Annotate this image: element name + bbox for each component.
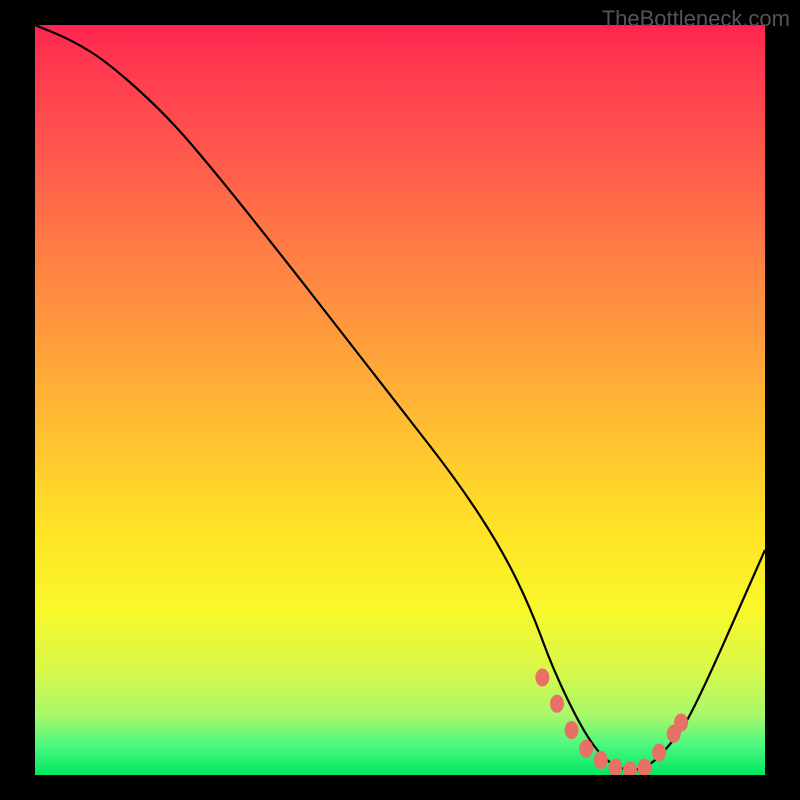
watermark-text: TheBottleneck.com <box>602 6 790 32</box>
highlight-dot <box>608 759 622 776</box>
highlight-dot <box>638 759 652 776</box>
chart-plot-area <box>35 25 765 775</box>
highlight-dot <box>550 695 564 713</box>
highlight-dot <box>565 721 579 739</box>
highlight-dot <box>623 762 637 776</box>
highlight-dot <box>535 669 549 687</box>
chart-svg <box>35 25 765 775</box>
highlight-dots-group <box>535 669 688 776</box>
highlight-dot <box>579 740 593 758</box>
highlight-dot <box>594 751 608 769</box>
highlight-dot <box>652 744 666 762</box>
highlight-dot <box>674 714 688 732</box>
bottleneck-curve-line <box>35 25 765 770</box>
